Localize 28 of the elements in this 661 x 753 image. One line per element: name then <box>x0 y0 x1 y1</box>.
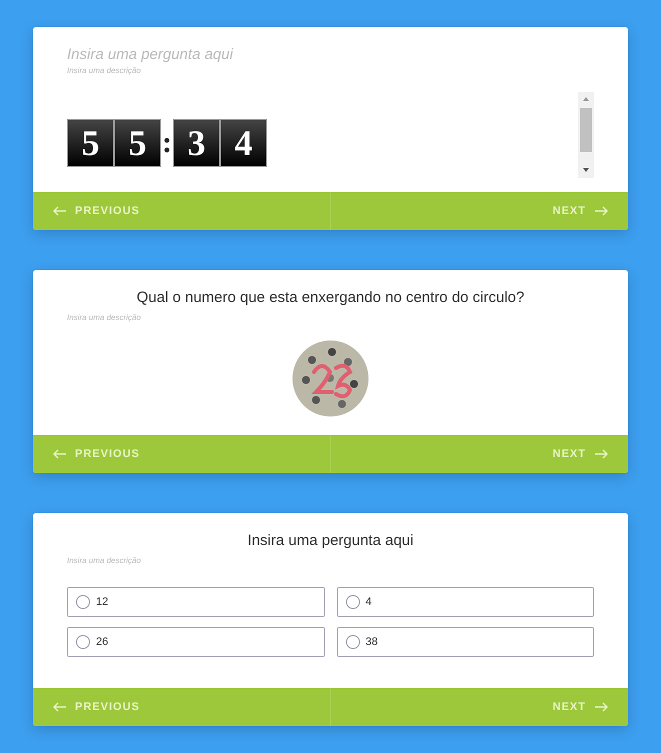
question-title: Qual o numero que esta enxergando no centro do circulo? <box>136 288 526 308</box>
description-text: Insira uma descrição <box>67 555 142 567</box>
answer-option[interactable]: 12 <box>67 587 324 617</box>
description-text: Insira uma descrição <box>67 312 142 324</box>
previous-button[interactable]: PREVIOUS <box>33 192 330 230</box>
question-field[interactable]: Insira uma pergunta aqui <box>67 45 247 65</box>
answer-option[interactable]: 4 <box>336 587 594 617</box>
previous-button[interactable]: PREVIOUS <box>33 688 330 726</box>
timer-digit: 3 <box>173 119 220 167</box>
arrow-left-icon <box>53 702 67 712</box>
scrollbar[interactable] <box>578 92 594 178</box>
arrow-right-icon <box>594 449 608 459</box>
description-text: Insira uma descrição <box>67 65 142 77</box>
timer-digit: 4 <box>220 119 267 167</box>
arrow-left-icon <box>53 449 67 459</box>
previous-button[interactable]: PREVIOUS <box>33 435 330 473</box>
next-button[interactable]: NEXT <box>330 192 628 230</box>
question-title: Insira uma pergunta aqui <box>246 531 414 551</box>
arrow-left-icon <box>53 206 67 216</box>
answer-option[interactable]: 38 <box>336 627 594 657</box>
arrow-right-icon <box>594 206 608 216</box>
arrow-right-icon <box>594 702 608 712</box>
timer-digit: 5 <box>114 119 161 167</box>
timer-digit: 5 <box>67 119 114 167</box>
next-button[interactable]: NEXT <box>330 435 628 473</box>
next-button[interactable]: NEXT <box>330 688 628 726</box>
timer-separator: : <box>161 125 173 161</box>
answer-option[interactable]: 26 <box>67 627 324 657</box>
